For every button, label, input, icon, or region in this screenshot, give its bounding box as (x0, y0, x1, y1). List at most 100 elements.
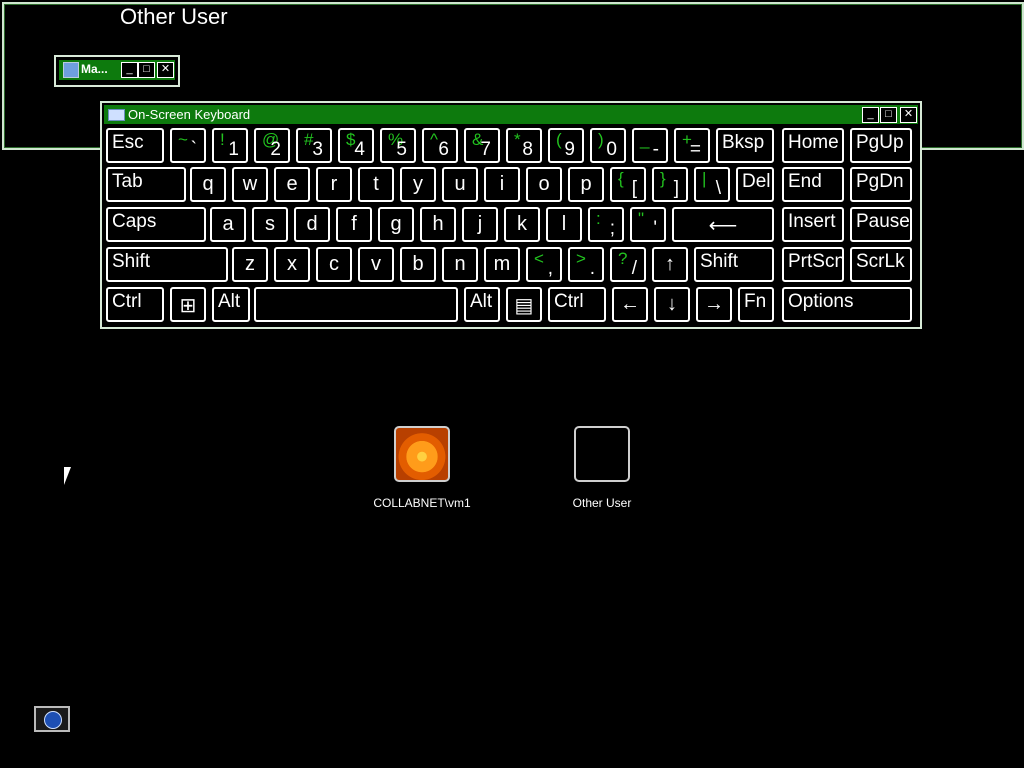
key-q[interactable]: q (190, 167, 226, 202)
key-v[interactable]: v (358, 247, 394, 282)
key-home[interactable]: Home (782, 128, 844, 163)
key-m[interactable]: m (484, 247, 520, 282)
key-j[interactable]: j (462, 207, 498, 242)
key-symbol: ^ (430, 130, 438, 149)
key-down[interactable]: ↓ (654, 287, 690, 322)
key-ralt[interactable]: Alt (464, 287, 500, 322)
key-space[interactable] (254, 287, 458, 322)
key-lctrl[interactable]: Ctrl (106, 287, 164, 322)
key-bksp[interactable]: Bksp (716, 128, 774, 163)
key-label: b (412, 253, 424, 275)
key-f[interactable]: f (336, 207, 372, 242)
key-tilde[interactable]: ~ ` (170, 128, 206, 163)
key-r[interactable]: r (316, 167, 352, 202)
key-prtscn[interactable]: PrtScn (782, 247, 845, 282)
user-name-label[interactable]: COLLABNET\vm1 (352, 496, 492, 510)
key-label: Esc (112, 132, 144, 153)
key-k[interactable]: k (504, 207, 540, 242)
key-pgdn[interactable]: PgDn (850, 167, 912, 202)
ease-of-access-button[interactable] (34, 706, 70, 732)
key-b[interactable]: b (400, 247, 436, 282)
key-slash[interactable]: ? / (610, 247, 646, 282)
key-up[interactable]: ↑ (652, 247, 688, 282)
key-w[interactable]: w (232, 167, 268, 202)
key-lbrace[interactable]: {[ (610, 167, 646, 202)
key-lalt[interactable]: Alt (212, 287, 250, 322)
key-h[interactable]: h (420, 207, 456, 242)
key-rbrace[interactable]: }] (652, 167, 688, 202)
key-o[interactable]: o (526, 167, 562, 202)
key-del[interactable]: Del (736, 167, 774, 202)
magnifier-minimize-icon[interactable]: _ (121, 62, 138, 78)
key-colon[interactable]: :; (588, 207, 624, 242)
key-scrlk[interactable]: ScrLk (850, 247, 912, 282)
key-t[interactable]: t (358, 167, 394, 202)
key-win[interactable]: ⊞ (170, 287, 206, 322)
key-2[interactable]: @2 (254, 128, 290, 163)
user-name-label[interactable]: Other User (532, 496, 672, 510)
key-rctrl[interactable]: Ctrl (548, 287, 606, 322)
key-label: c (329, 253, 339, 275)
user-tile-collabnet-vm1[interactable] (394, 426, 450, 482)
key-7[interactable]: & 7 (464, 128, 500, 163)
key-3[interactable]: #3 (296, 128, 332, 163)
key-e[interactable]: e (274, 167, 310, 202)
magnifier-maximize-icon[interactable]: □ (138, 62, 155, 78)
key-6[interactable]: ^ 6 (422, 128, 458, 163)
key-z[interactable]: z (232, 247, 268, 282)
key-plus[interactable]: + = (674, 128, 710, 163)
key-a[interactable]: a (210, 207, 246, 242)
key-1[interactable]: ! 1 (212, 128, 248, 163)
key-options[interactable]: Options (782, 287, 912, 322)
key-left[interactable]: ← (612, 287, 648, 322)
key-primary: , (547, 258, 553, 279)
key-rshift[interactable]: Shift (694, 247, 774, 282)
key-fn[interactable]: Fn (738, 287, 774, 322)
key-symbol: : (596, 209, 601, 228)
key-c[interactable]: c (316, 247, 352, 282)
key-x[interactable]: x (274, 247, 310, 282)
key-tab[interactable]: Tab (106, 167, 186, 202)
key-label: f (351, 213, 357, 235)
key-insert[interactable]: Insert (782, 207, 844, 242)
key-lshift[interactable]: Shift (106, 247, 228, 282)
key-9[interactable]: (9 (548, 128, 584, 163)
key-caps[interactable]: Caps (106, 207, 206, 242)
key-l[interactable]: l (546, 207, 582, 242)
key-n[interactable]: n (442, 247, 478, 282)
on-screen-keyboard-window[interactable]: On-Screen Keyboard _ □ ✕ Esc ~ `! 1 @2 #3 $4% 5… (100, 101, 922, 329)
key-pause[interactable]: Pause (850, 207, 912, 242)
key-label: ← (620, 293, 640, 315)
key-g[interactable]: g (378, 207, 414, 242)
key-y[interactable]: y (400, 167, 436, 202)
key-minus[interactable]: _ - (632, 128, 668, 163)
key-4[interactable]: $4 (338, 128, 374, 163)
key-label: ⟵ (708, 215, 738, 237)
key-esc[interactable]: Esc (106, 128, 164, 163)
key-right[interactable]: → (696, 287, 732, 322)
key-0[interactable]: ) 0 (590, 128, 626, 163)
key-label: u (454, 173, 466, 195)
key-quote[interactable]: " ' (630, 207, 666, 242)
key-label: Ctrl (554, 291, 584, 312)
key-label: j (477, 213, 483, 235)
key-menu[interactable]: ▤ (506, 287, 542, 322)
key-comma[interactable]: <, (526, 247, 562, 282)
key-u[interactable]: u (442, 167, 478, 202)
key-8[interactable]: * 8 (506, 128, 542, 163)
key-pipe[interactable]: | \ (694, 167, 730, 202)
key-d[interactable]: d (294, 207, 330, 242)
key-5[interactable]: % 5 (380, 128, 416, 163)
key-p[interactable]: p (568, 167, 604, 202)
user-tile-other-user[interactable] (574, 426, 630, 482)
magnifier-title-bar[interactable]: Ma... _ □ ✕ (59, 60, 175, 80)
key-pgup[interactable]: PgUp (850, 128, 912, 163)
magnifier-window[interactable]: Ma... _ □ ✕ (54, 55, 180, 87)
key-i[interactable]: i (484, 167, 520, 202)
key-s[interactable]: s (252, 207, 288, 242)
key-enter[interactable]: ⟵ (672, 207, 774, 242)
key-end[interactable]: End (782, 167, 844, 202)
key-period[interactable]: >. (568, 247, 604, 282)
magnifier-close-icon[interactable]: ✕ (157, 62, 174, 78)
key-label: h (432, 213, 444, 235)
